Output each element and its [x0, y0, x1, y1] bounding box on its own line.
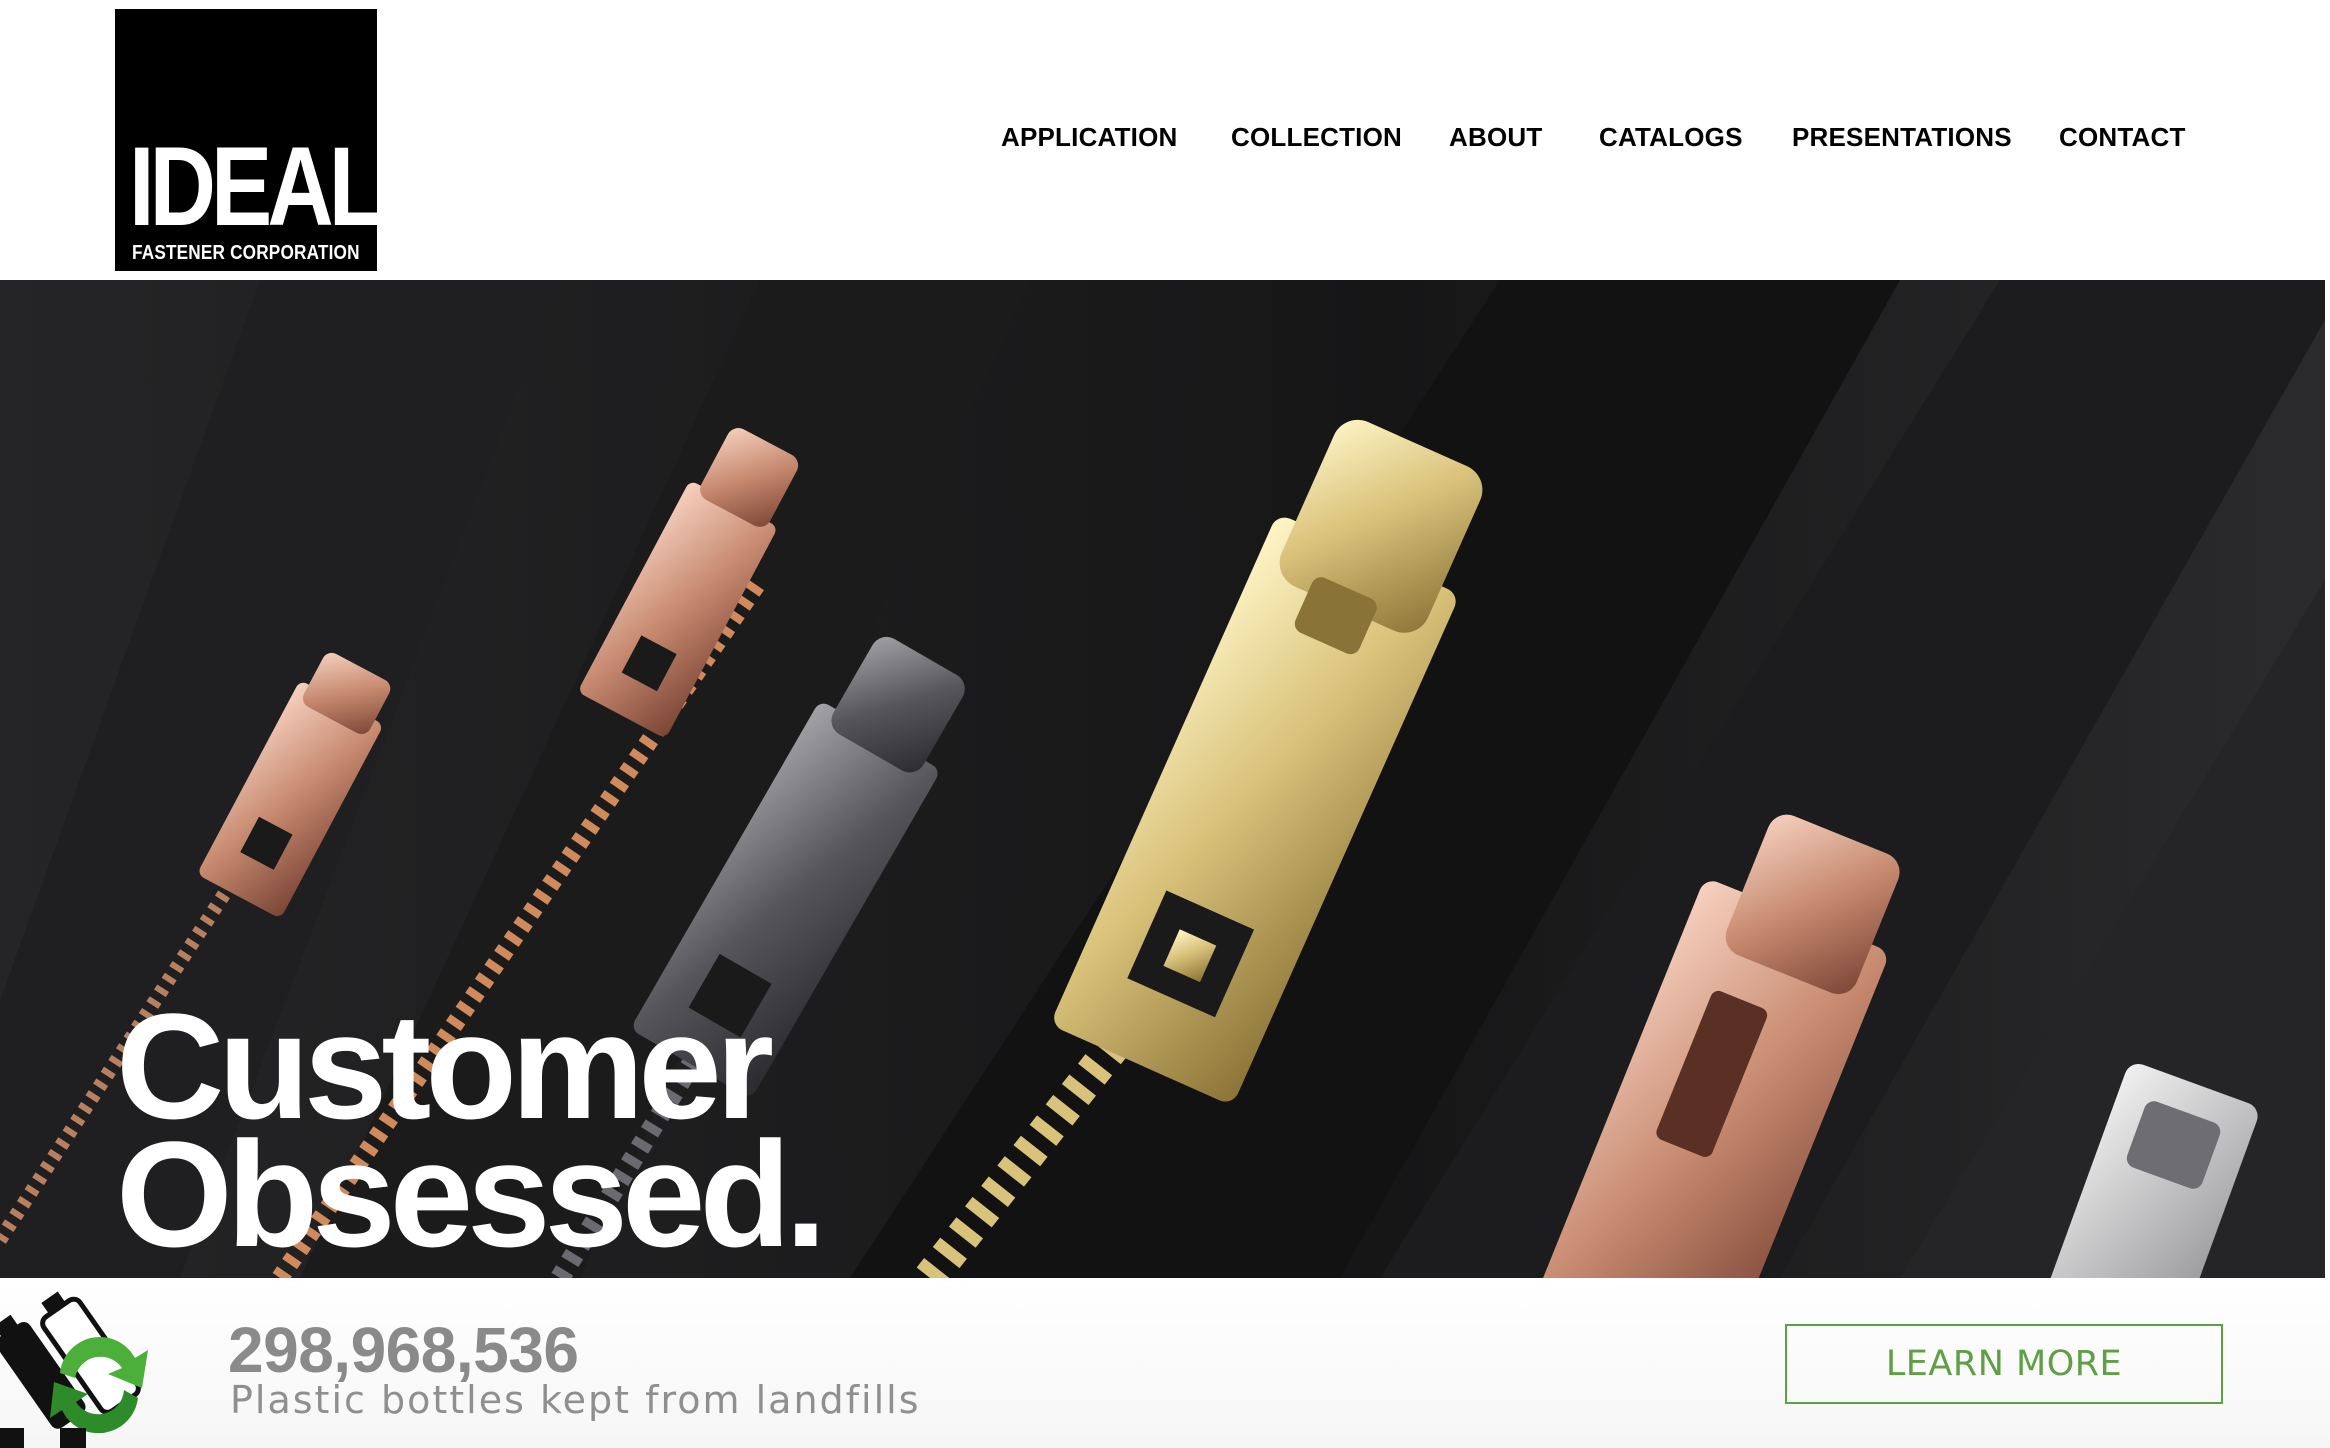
nav-item-collection[interactable]: COLLECTION — [1231, 122, 1402, 153]
nav-item-contact[interactable]: CONTACT — [2059, 122, 2186, 153]
hero-banner: Customer Obsessed. — [0, 280, 2325, 1278]
main-nav: APPLICATION COLLECTION ABOUT CATALOGS PR… — [0, 122, 2330, 162]
learn-more-button[interactable]: LEARN MORE — [1785, 1324, 2223, 1404]
hero-headline: Customer Obsessed. — [116, 991, 827, 1278]
bottle-count: 298,968,536 — [228, 1314, 579, 1386]
hero-headline-line2: Obsessed. — [116, 1110, 827, 1278]
nav-item-about[interactable]: ABOUT — [1449, 122, 1542, 153]
logo-subtitle: FASTENER CORPORATION — [132, 242, 360, 264]
nav-item-presentations[interactable]: PRESENTATIONS — [1792, 122, 2012, 153]
bottle-count-label: Plastic bottles kept from landfills — [230, 1378, 921, 1422]
nav-item-application[interactable]: APPLICATION — [1001, 122, 1178, 153]
recycling-stats-bar: 298,968,536 Plastic bottles kept from la… — [0, 1278, 2330, 1448]
nav-item-catalogs[interactable]: CATALOGS — [1599, 122, 1743, 153]
site-header: IDEAL FASTENER CORPORATION APPLICATION C… — [0, 0, 2330, 280]
recycled-bottles-icon — [0, 1291, 148, 1448]
